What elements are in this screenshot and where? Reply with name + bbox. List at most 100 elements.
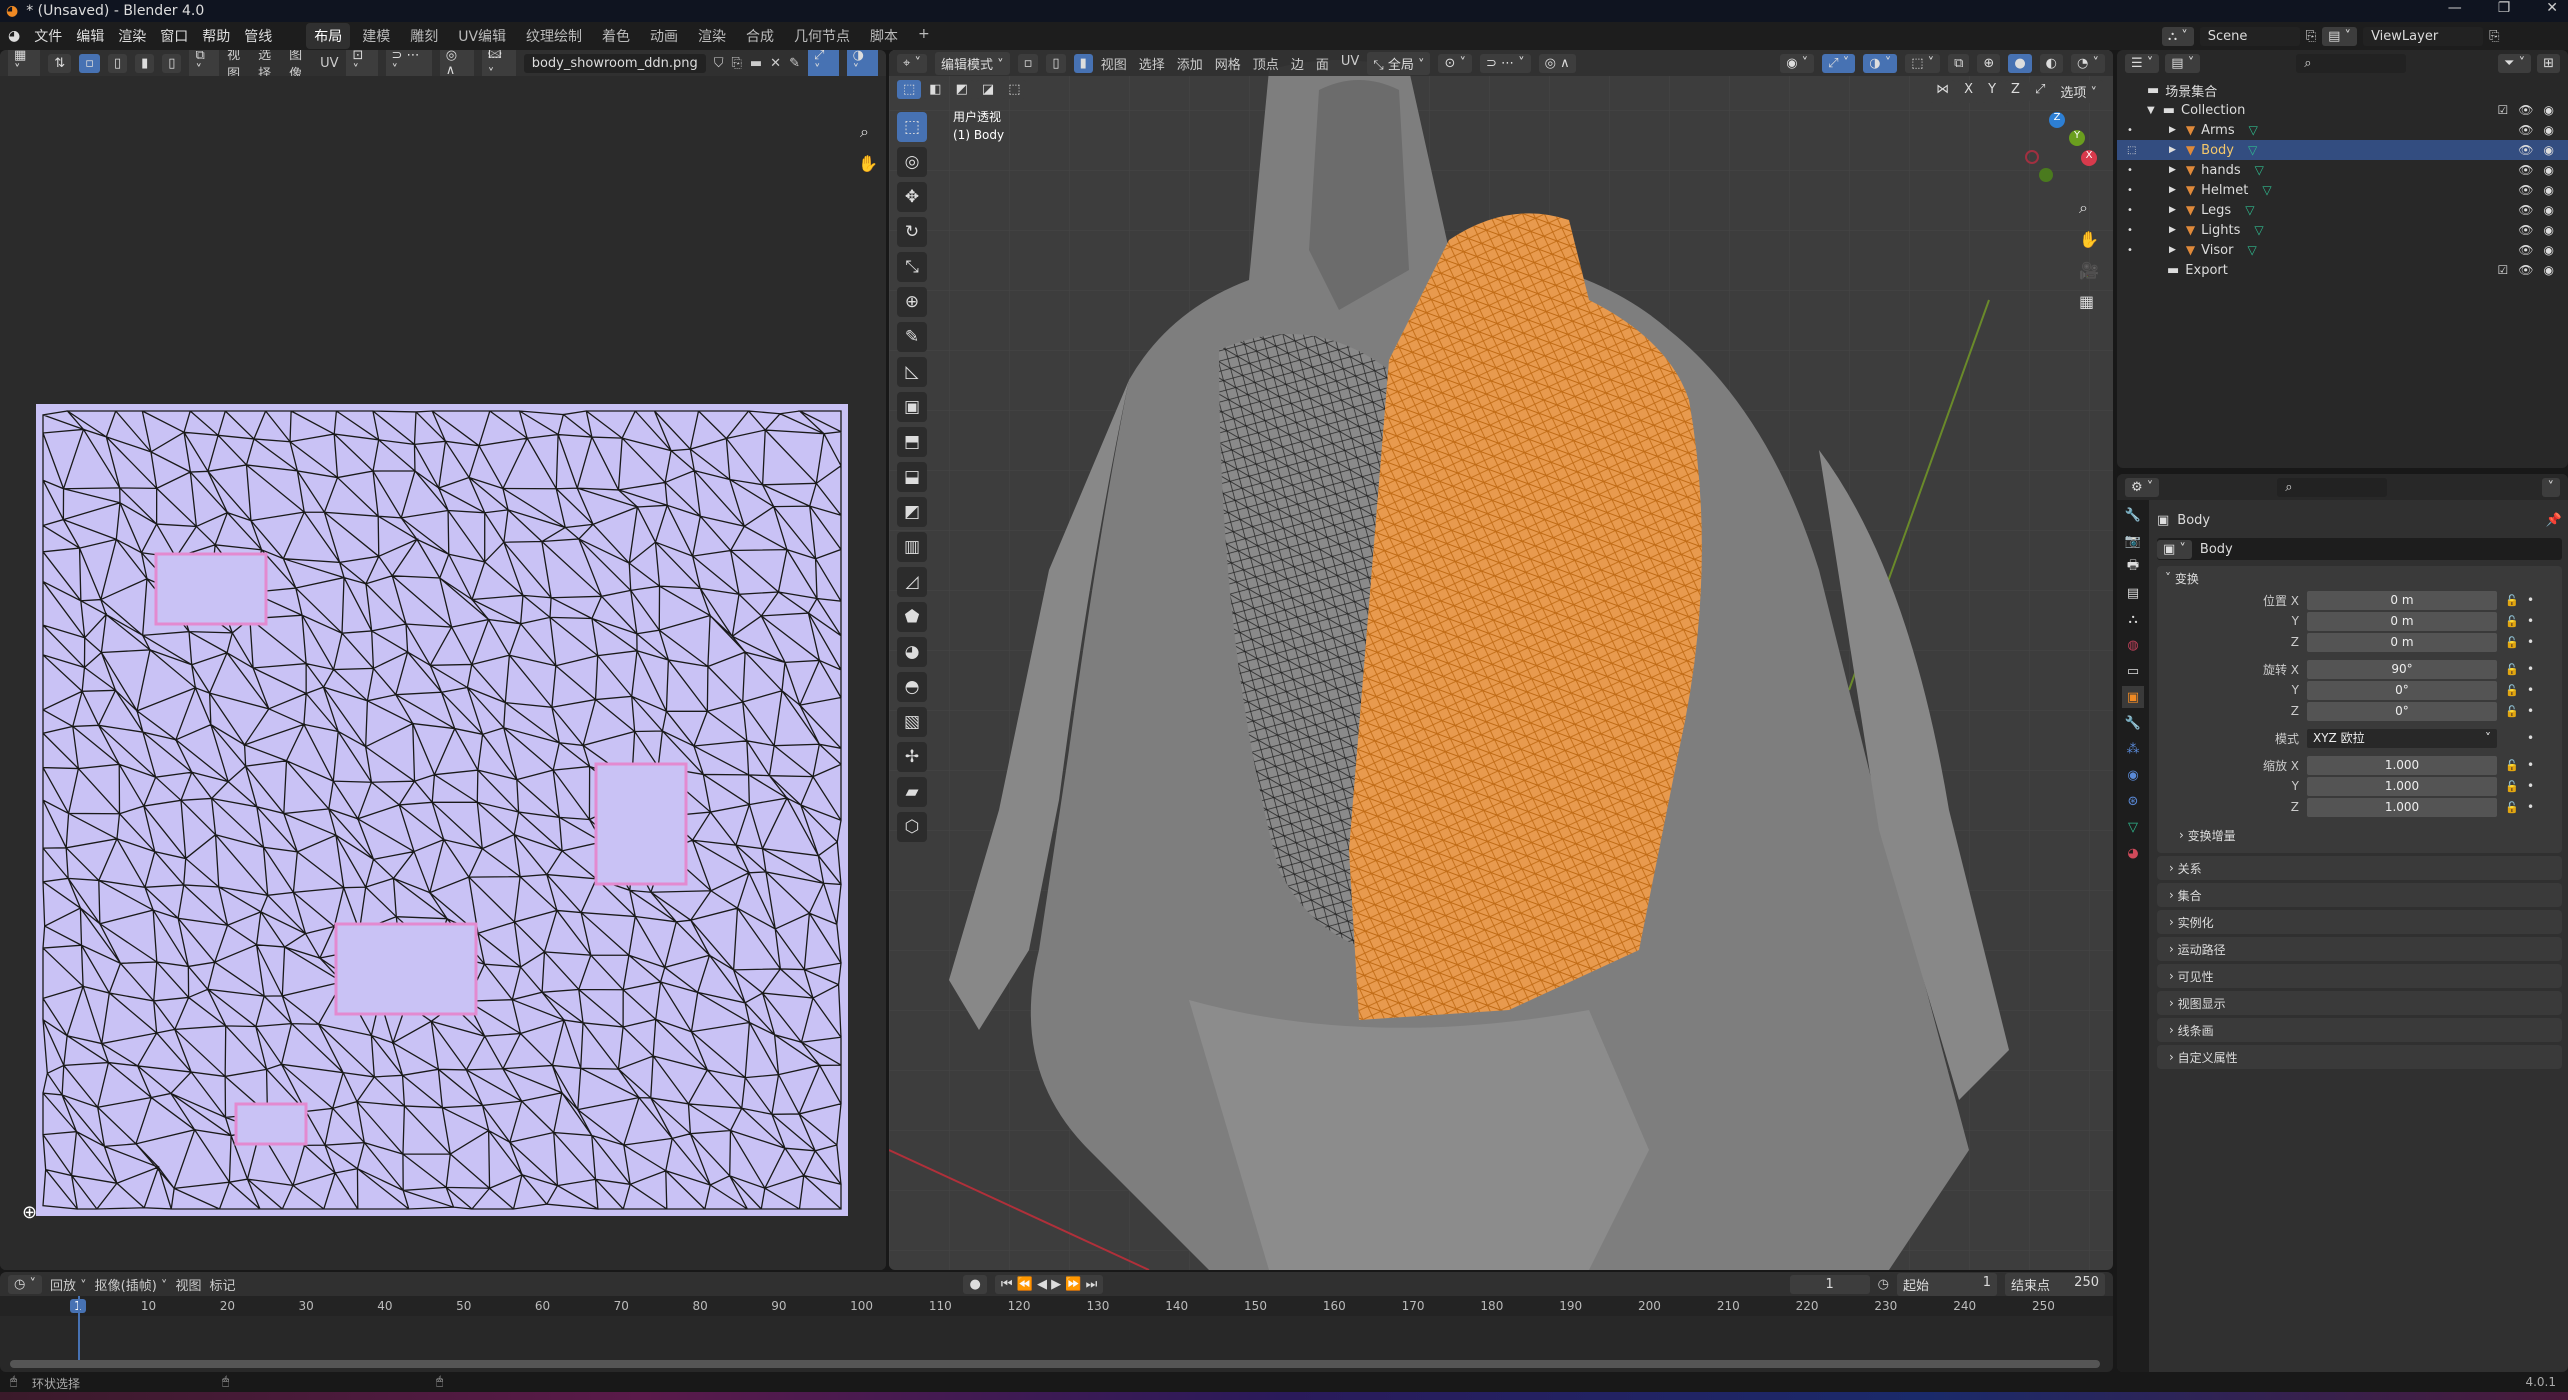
duplicate-image-icon[interactable]: ⎘ — [731, 56, 741, 71]
viewport-menu-item[interactable]: UV — [1341, 54, 1359, 73]
eye-icon[interactable]: 👁 — [2518, 163, 2533, 177]
expand-arrow-icon[interactable]: ▶ — [2169, 185, 2176, 195]
workspace-tab[interactable]: 合成 — [738, 23, 782, 49]
lock-icon[interactable]: 🔓 — [2497, 759, 2527, 772]
gizmo-z-axis[interactable]: Z — [2049, 112, 2065, 128]
rotation-mode-dropdown[interactable]: XYZ 欧拉 ˅ — [2307, 728, 2497, 748]
mesh-data-icon[interactable]: ▽ — [2247, 243, 2256, 257]
viewport-menu-item[interactable]: 视图 — [1101, 54, 1127, 73]
workspace-tab[interactable]: 建模 — [354, 23, 398, 49]
viewport-menu-item[interactable]: 网格 — [1215, 54, 1241, 73]
play-icon[interactable]: ▶ — [1051, 1277, 1061, 1292]
workspace-tab[interactable]: UV编辑 — [450, 23, 514, 49]
eye-icon[interactable]: 👁 — [2518, 123, 2533, 137]
scene-tab-icon[interactable]: ⛬ — [2122, 608, 2144, 630]
workspace-tab[interactable]: 几何节点 — [786, 23, 858, 49]
view-layer-icon[interactable]: ▤ ˅ — [2165, 53, 2201, 73]
smooth-tool-icon[interactable]: ◓ — [897, 672, 927, 702]
lock-icon[interactable]: 🔓 — [2497, 684, 2527, 697]
pin-icon[interactable]: ✎ — [789, 56, 800, 71]
workspace-tab[interactable]: 动画 — [642, 23, 686, 49]
loop-cut-tool-icon[interactable]: ▥ — [897, 532, 927, 562]
properties-section[interactable]: › 实例化 — [2157, 910, 2562, 934]
scale-y-field[interactable]: 1.000 — [2307, 776, 2497, 796]
preview-range-icon[interactable]: ◷ — [1878, 1277, 1889, 1292]
location-y-field[interactable]: 0 m — [2307, 611, 2497, 631]
viewlayer-icon[interactable]: ▤ ˅ — [2322, 26, 2358, 46]
next-key-icon[interactable]: ⏩ — [1065, 1277, 1081, 1292]
constraints-tab-icon[interactable]: ⊛ — [2122, 790, 2144, 812]
keyframe-dot-icon[interactable]: • — [2527, 731, 2534, 745]
pan-hand-icon[interactable]: ✋ — [2079, 230, 2099, 249]
workspace-tab[interactable]: + — [910, 23, 938, 49]
auto-merge-icon[interactable]: ⤢ — [2028, 80, 2052, 103]
outliner-object-row[interactable]: • ▶ ▼ Helmet ▽ 👁 ◉ — [2117, 180, 2568, 200]
pan-hand-icon[interactable]: ✋ — [858, 154, 878, 173]
new-collection-icon[interactable]: ⊞ — [2537, 53, 2560, 73]
current-frame-field[interactable]: 1 — [1789, 1274, 1870, 1294]
navigation-gizmo[interactable]: Z Y X — [2019, 112, 2099, 192]
eye-icon[interactable]: 👁 — [2518, 103, 2533, 117]
physics-tab-icon[interactable]: ◉ — [2122, 764, 2144, 786]
material-shading-icon[interactable]: ◐ — [2039, 53, 2064, 73]
edit-mode-icon[interactable]: • — [2127, 225, 2157, 236]
editor-type-icon[interactable]: ◷ ˅ — [8, 1274, 42, 1294]
properties-section[interactable]: › 集合 — [2157, 883, 2562, 907]
select-extend-icon[interactable]: ◧ — [923, 80, 948, 99]
keyframe-dot-icon[interactable]: • — [2527, 758, 2534, 772]
select-intersect-icon[interactable]: ⬚ — [1002, 80, 1027, 99]
uv-canvas[interactable]: ⌕ ✋ ⊕ — [0, 76, 886, 1270]
open-image-icon[interactable]: ▬ — [750, 56, 762, 71]
menu-item[interactable]: 渲染 — [118, 26, 146, 46]
poly-build-tool-icon[interactable]: ⬟ — [897, 602, 927, 632]
properties-section[interactable]: › 线条画 — [2157, 1018, 2562, 1042]
edit-mode-icon[interactable]: • — [2127, 205, 2157, 216]
outliner-object-row[interactable]: • ▶ ▼ Legs ▽ 👁 ◉ — [2117, 200, 2568, 220]
outliner-object-row[interactable]: • ▶ ▼ Lights ▽ 👁 ◉ — [2117, 220, 2568, 240]
menu-item[interactable]: 帮助 — [202, 26, 230, 46]
proportional-edit-icon[interactable]: ◎ ∧ — [1538, 53, 1576, 73]
properties-section[interactable]: › 自定义属性 — [2157, 1045, 2562, 1069]
viewport-menu-item[interactable]: 面 — [1316, 54, 1329, 73]
face-mode-icon[interactable]: ▮ — [1073, 53, 1093, 73]
blender-menu-icon[interactable]: ◕ — [8, 28, 20, 44]
mesh-data-icon[interactable]: ▽ — [2249, 123, 2258, 137]
eye-icon[interactable]: 👁 — [2518, 243, 2533, 257]
scene-icon[interactable]: ⛬ ˅ — [2162, 26, 2194, 46]
rotation-x-field[interactable]: 90° — [2307, 659, 2497, 679]
camera-icon[interactable]: ◉ — [2544, 163, 2554, 177]
scale-x-field[interactable]: 1.000 — [2307, 755, 2497, 775]
outliner-scene-collection[interactable]: ▬ 场景集合 — [2117, 80, 2568, 100]
eye-icon[interactable]: 👁 — [2518, 203, 2533, 217]
select-box-tool-icon[interactable]: ⬚ — [897, 112, 927, 142]
overlay-icon[interactable]: ◑ ˅ — [1863, 53, 1898, 73]
lock-icon[interactable]: 🔓 — [2497, 615, 2527, 628]
edge-select-icon[interactable]: ▯ — [107, 53, 128, 73]
extrude-tool-icon[interactable]: ⬒ — [897, 427, 927, 457]
measure-tool-icon[interactable]: ◺ — [897, 357, 927, 387]
outliner-export-collection[interactable]: ▬ Export ☑ 👁 ◉ — [2117, 260, 2568, 280]
pin-icon[interactable]: 📌 — [2546, 513, 2562, 528]
timeline-menu-view[interactable]: 视图 — [175, 1275, 201, 1294]
start-frame-field[interactable]: 起始 1 — [1897, 1272, 1997, 1296]
timeline-menu-marker[interactable]: 标记 — [209, 1275, 235, 1294]
workspace-tab[interactable]: 渲染 — [690, 23, 734, 49]
edge-slide-tool-icon[interactable]: ▧ — [897, 707, 927, 737]
edit-mode-icon[interactable]: • — [2127, 185, 2157, 196]
transform-panel-header[interactable]: ˅ 变换 — [2157, 566, 2562, 590]
workspace-tab[interactable]: 着色 — [594, 23, 638, 49]
edge-mode-icon[interactable]: ▯ — [1046, 53, 1066, 73]
outliner-collection[interactable]: ▼ ▬ Collection ☑ 👁 ◉ — [2117, 100, 2568, 120]
edit-mode-icon[interactable]: • — [2127, 165, 2157, 176]
lock-icon[interactable]: 🔓 — [2497, 594, 2527, 607]
transform-orientation-selector[interactable]: ⤡ 全局 ˅ — [1367, 51, 1431, 75]
render-tab-icon[interactable]: 📷 — [2122, 530, 2144, 552]
scene-field[interactable]: Scene — [2199, 26, 2300, 46]
frame-ruler[interactable]: 1102030405060708090100110120130140150160… — [0, 1296, 2113, 1316]
view-layer-tab-icon[interactable]: ▤ — [2122, 582, 2144, 604]
workspace-tab[interactable]: 布局 — [306, 23, 351, 49]
transform-tool-icon[interactable]: ⊕ — [897, 287, 927, 317]
mode-selector[interactable]: 编辑模式 ˅ — [934, 51, 1010, 75]
mesh-data-icon[interactable]: ▽ — [2245, 203, 2254, 217]
keyframe-dot-icon[interactable]: • — [2527, 635, 2534, 649]
